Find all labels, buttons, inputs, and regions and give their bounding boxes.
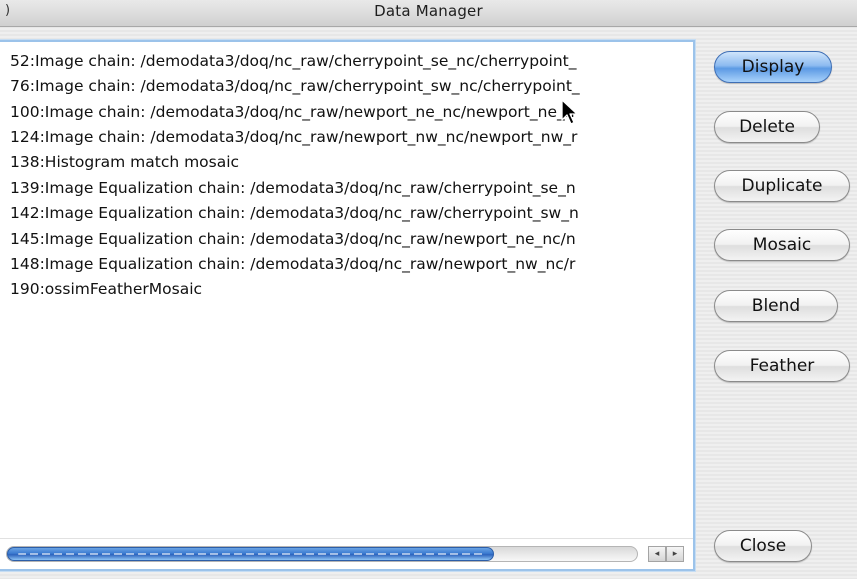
list-item[interactable]: 76:Image chain: /demodata3/doq/nc_raw/ch… [10, 74, 580, 98]
data-list-content: 52:Image chain: /demodata3/doq/nc_raw/ch… [0, 42, 693, 539]
title-bar[interactable]: ) Data Manager [0, 0, 857, 27]
data-list[interactable]: 52:Image chain: /demodata3/doq/nc_raw/ch… [0, 40, 695, 571]
display-button[interactable]: Display [714, 51, 832, 83]
duplicate-button[interactable]: Duplicate [714, 170, 850, 202]
list-item[interactable]: 124:Image chain: /demodata3/doq/nc_raw/n… [10, 125, 577, 149]
blend-button[interactable]: Blend [714, 290, 838, 322]
mosaic-button[interactable]: Mosaic [714, 229, 850, 261]
mouse-pointer-icon [561, 99, 578, 125]
list-item[interactable]: 190:ossimFeatherMosaic [10, 277, 202, 301]
window-title: Data Manager [374, 2, 483, 20]
feather-button[interactable]: Feather [714, 350, 850, 382]
scrollbar-thumb[interactable] [7, 547, 494, 561]
scroll-left-arrow-icon[interactable]: ◂ [648, 546, 666, 562]
close-button[interactable]: Close [714, 530, 812, 562]
scroll-right-arrow-icon[interactable]: ▸ [666, 546, 684, 562]
list-item[interactable]: 52:Image chain: /demodata3/doq/nc_raw/ch… [10, 49, 577, 73]
list-item[interactable]: 139:Image Equalization chain: /demodata3… [10, 176, 576, 200]
list-item[interactable]: 148:Image Equalization chain: /demodata3… [10, 252, 575, 276]
list-item[interactable]: 142:Image Equalization chain: /demodata3… [10, 201, 579, 225]
scrollbar-thumb-grip [18, 553, 483, 555]
horizontal-scrollbar[interactable]: ◂ ▸ [0, 538, 693, 569]
list-item[interactable]: 145:Image Equalization chain: /demodata3… [10, 227, 576, 251]
list-item[interactable]: 100:Image chain: /demodata3/doq/nc_raw/n… [10, 100, 575, 124]
list-item[interactable]: 138:Histogram match mosaic [10, 150, 239, 174]
delete-button[interactable]: Delete [714, 111, 820, 143]
data-manager-window: ) Data Manager 52:Image chain: /demodata… [0, 0, 857, 579]
